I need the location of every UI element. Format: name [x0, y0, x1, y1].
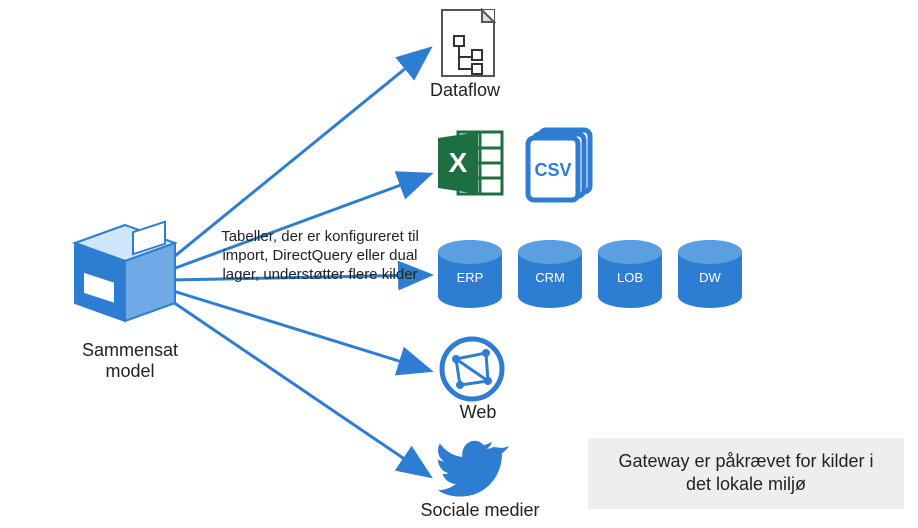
arrow-web	[170, 290, 428, 370]
databases-group: ERP CRM LOB DW	[438, 240, 742, 308]
composite-model-label: Sammensat model	[70, 340, 190, 382]
db-lob-icon: LOB	[598, 240, 662, 308]
arrow-social	[170, 300, 428, 475]
db-erp-icon: ERP	[438, 240, 502, 308]
db-crm-icon: CRM	[518, 240, 582, 308]
db-lob-label: LOB	[617, 270, 643, 285]
annotation-text: Tabeller, der er konfigureret til import…	[220, 228, 420, 284]
composite-model-icon	[75, 222, 175, 321]
db-dw-label: DW	[699, 270, 721, 285]
db-dw-icon: DW	[678, 240, 742, 308]
web-label: Web	[448, 402, 508, 423]
db-erp-label: ERP	[457, 270, 484, 285]
gateway-note: Gateway er påkrævet for kilder i det lok…	[588, 438, 904, 509]
csv-icon: CSV	[528, 130, 590, 200]
social-media-icon	[438, 441, 509, 497]
csv-label: CSV	[534, 160, 571, 180]
svg-text:X: X	[449, 147, 468, 178]
web-icon	[442, 339, 502, 399]
social-label: Sociale medier	[410, 500, 550, 521]
excel-icon: X	[438, 132, 502, 194]
db-crm-label: CRM	[535, 270, 565, 285]
dataflow-icon	[442, 10, 494, 76]
dataflow-label: Dataflow	[430, 80, 520, 101]
